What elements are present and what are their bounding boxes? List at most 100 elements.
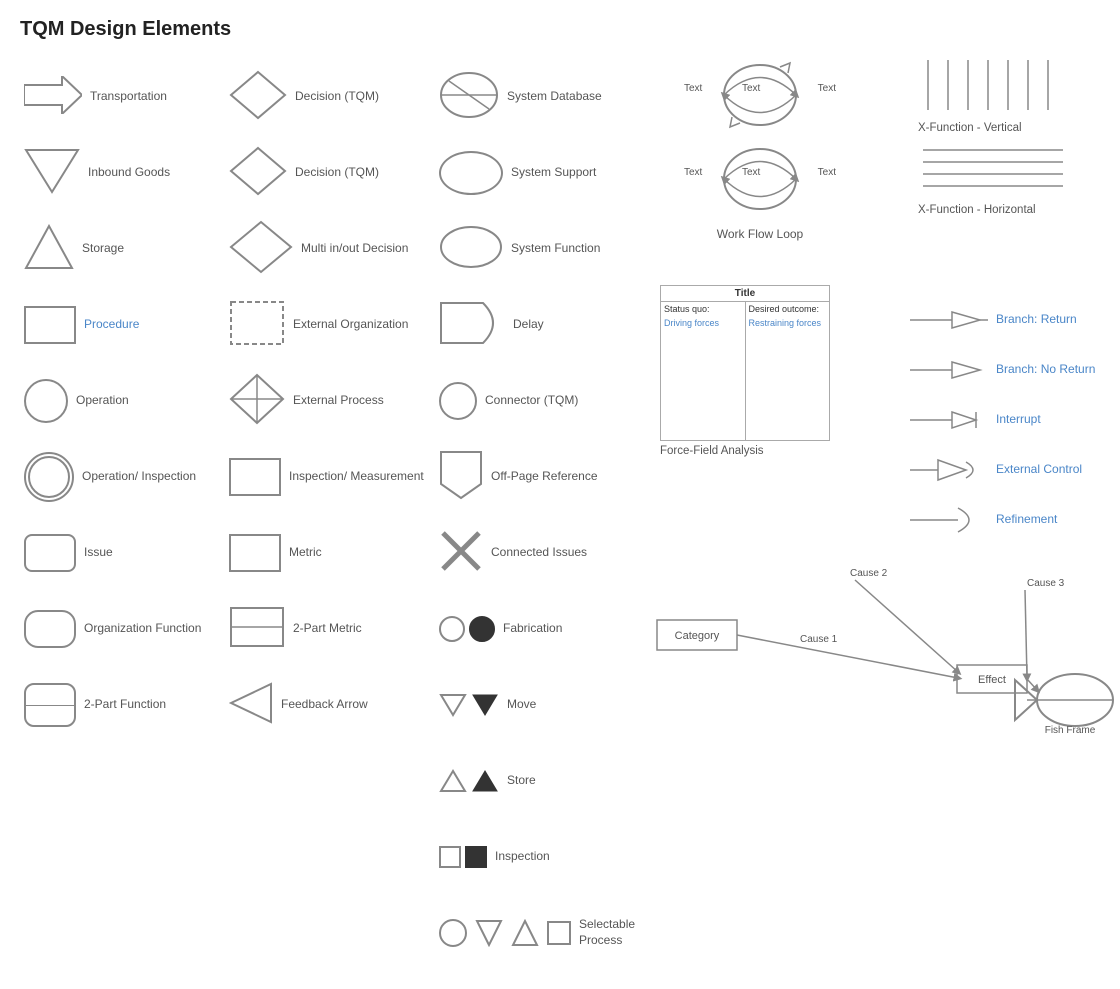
system-function-label: System Function xyxy=(511,241,600,257)
external-org-icon xyxy=(229,300,285,351)
external-process-item: External Process xyxy=(225,363,435,439)
inbound-goods-label: Inbound Goods xyxy=(88,165,170,181)
fabrication-label: Fabrication xyxy=(503,621,562,637)
fabrication-icon xyxy=(439,616,495,642)
move-icon xyxy=(439,693,499,717)
feedback-arrow-icon xyxy=(229,682,273,729)
two-part-func-icon xyxy=(24,683,76,727)
page-title: TQM Design Elements xyxy=(20,18,1100,41)
force-field-table: Title Status quo: Desired outcome: Drivi… xyxy=(660,285,830,441)
two-part-metric-item: 2-Part Metric xyxy=(225,591,435,667)
storage-label: Storage xyxy=(82,241,124,257)
system-support-label: System Support xyxy=(511,165,596,181)
inspection-icon xyxy=(439,846,487,868)
org-function-label: Organization Function xyxy=(84,621,201,637)
operation-label: Operation xyxy=(76,393,129,409)
org-func-icon xyxy=(24,610,76,648)
offpage-label: Off-Page Reference xyxy=(491,469,598,485)
two-part-function-label: 2-Part Function xyxy=(84,697,166,713)
selectable-icon xyxy=(439,919,571,947)
triangle-down-icon xyxy=(24,148,80,199)
workflow-loop1-left: Text xyxy=(684,83,702,94)
external-org-item: External Organization xyxy=(225,287,435,363)
system-support-item: System Support xyxy=(435,135,650,211)
metric-label: Metric xyxy=(289,545,322,561)
interrupt-label: Interrupt xyxy=(996,412,1041,428)
multi-decision-item: Multi in/out Decision xyxy=(225,211,435,287)
refinement-label: Refinement xyxy=(996,512,1057,528)
system-database-icon xyxy=(439,71,499,124)
ff-col1-body: Driving forces xyxy=(661,316,746,330)
branch-return-label: Branch: Return xyxy=(996,312,1077,328)
metric-item: Metric xyxy=(225,515,435,591)
procedure-item: Procedure xyxy=(20,287,225,363)
force-field-section: Title Status quo: Desired outcome: Drivi… xyxy=(660,285,840,457)
two-part-metric-label: 2-Part Metric xyxy=(293,621,362,637)
branch-no-return-label: Branch: No Return xyxy=(996,362,1095,378)
arrow-right-icon xyxy=(24,76,82,119)
decision-tqm1-label: Decision (TQM) xyxy=(295,89,379,105)
external-org-label: External Organization xyxy=(293,317,408,333)
ff-col1-header: Status quo: xyxy=(661,302,746,316)
inspection-item: Inspection xyxy=(435,819,650,895)
transportation-label: Transportation xyxy=(90,89,167,105)
svg-text:Effect: Effect xyxy=(978,674,1006,686)
svg-text:Cause 2: Cause 2 xyxy=(850,568,888,579)
xfunc-section: X-Function - Vertical X-Function - Horiz… xyxy=(918,55,1108,216)
force-field-label: Force-Field Analysis xyxy=(660,445,840,457)
cause-diagram-section: Category Effect Fish Frame Cause 1 Cause… xyxy=(655,560,1115,735)
org-function-item: Organization Function xyxy=(20,591,225,667)
fabrication-item: Fabrication xyxy=(435,591,650,667)
delay-item: Delay xyxy=(435,287,650,363)
system-function-item: System Function xyxy=(435,211,650,287)
multi-diamond-icon xyxy=(229,220,293,279)
branch-section: Branch: Return Branch: No Return Interru… xyxy=(908,295,1108,545)
x-mark-icon xyxy=(439,529,483,578)
diamond1-icon xyxy=(229,70,287,125)
offpage-icon xyxy=(439,450,483,505)
metric-rect-icon xyxy=(229,534,281,572)
connector-tqm-item: Connector (TQM) xyxy=(435,363,650,439)
external-process-label: External Process xyxy=(293,393,384,409)
two-part-function-item: 2-Part Function xyxy=(20,667,225,743)
delay-icon xyxy=(439,301,505,350)
workflow-loop2-center: Text xyxy=(742,167,760,178)
xfunc-vertical-label: X-Function - Vertical xyxy=(918,122,1108,134)
inspection-measurement-item: Inspection/ Measurement xyxy=(225,439,435,515)
issue-item: Issue xyxy=(20,515,225,591)
workflow-section: Text Text Text Text Text xyxy=(660,55,860,241)
inspection-label: Inspection xyxy=(495,849,550,865)
operation-inspection-item: Operation/ Inspection xyxy=(20,439,225,515)
workflow-loop2-left: Text xyxy=(684,167,702,178)
external-control-label: External Control xyxy=(996,462,1082,478)
diamond2-icon xyxy=(229,146,287,201)
circle-inner-icon xyxy=(24,452,74,502)
decision-tqm1-item: Decision (TQM) xyxy=(225,59,435,135)
workflow-loop1-center: Text xyxy=(742,83,760,94)
multi-decision-label: Multi in/out Decision xyxy=(301,241,408,257)
store-item: Store xyxy=(435,743,650,819)
inbound-goods-item: Inbound Goods xyxy=(20,135,225,211)
operation-inspection-label: Operation/ Inspection xyxy=(82,469,196,485)
store-icon xyxy=(439,769,499,793)
store-label: Store xyxy=(507,773,536,789)
svg-text:Cause 3: Cause 3 xyxy=(1027,578,1065,589)
svg-text:Fish Frame: Fish Frame xyxy=(1045,725,1096,735)
offpage-item: Off-Page Reference xyxy=(435,439,650,515)
system-support-icon xyxy=(439,151,503,195)
rectangle-icon xyxy=(24,306,76,344)
ff-col2-body: Restraining forces xyxy=(746,316,830,330)
inspection-measurement-label: Inspection/ Measurement xyxy=(289,469,424,485)
col2: Decision (TQM) Decision (TQM) Mult xyxy=(225,59,435,971)
page: TQM Design Elements Transportation xyxy=(0,0,1120,989)
svg-text:Cause 1: Cause 1 xyxy=(800,634,838,645)
decision-tqm2-label: Decision (TQM) xyxy=(295,165,379,181)
inspection-rect-icon xyxy=(229,458,281,496)
xfunc-horizontal-label: X-Function - Horizontal xyxy=(918,204,1108,216)
storage-item: Storage xyxy=(20,211,225,287)
svg-text:Category: Category xyxy=(675,630,720,642)
workflow-loop1-right: Text xyxy=(818,83,836,94)
triangle-up-icon xyxy=(24,224,74,275)
selectable-process-item: Selectable Process xyxy=(435,895,650,971)
selectable-process-label: Selectable Process xyxy=(579,917,646,948)
